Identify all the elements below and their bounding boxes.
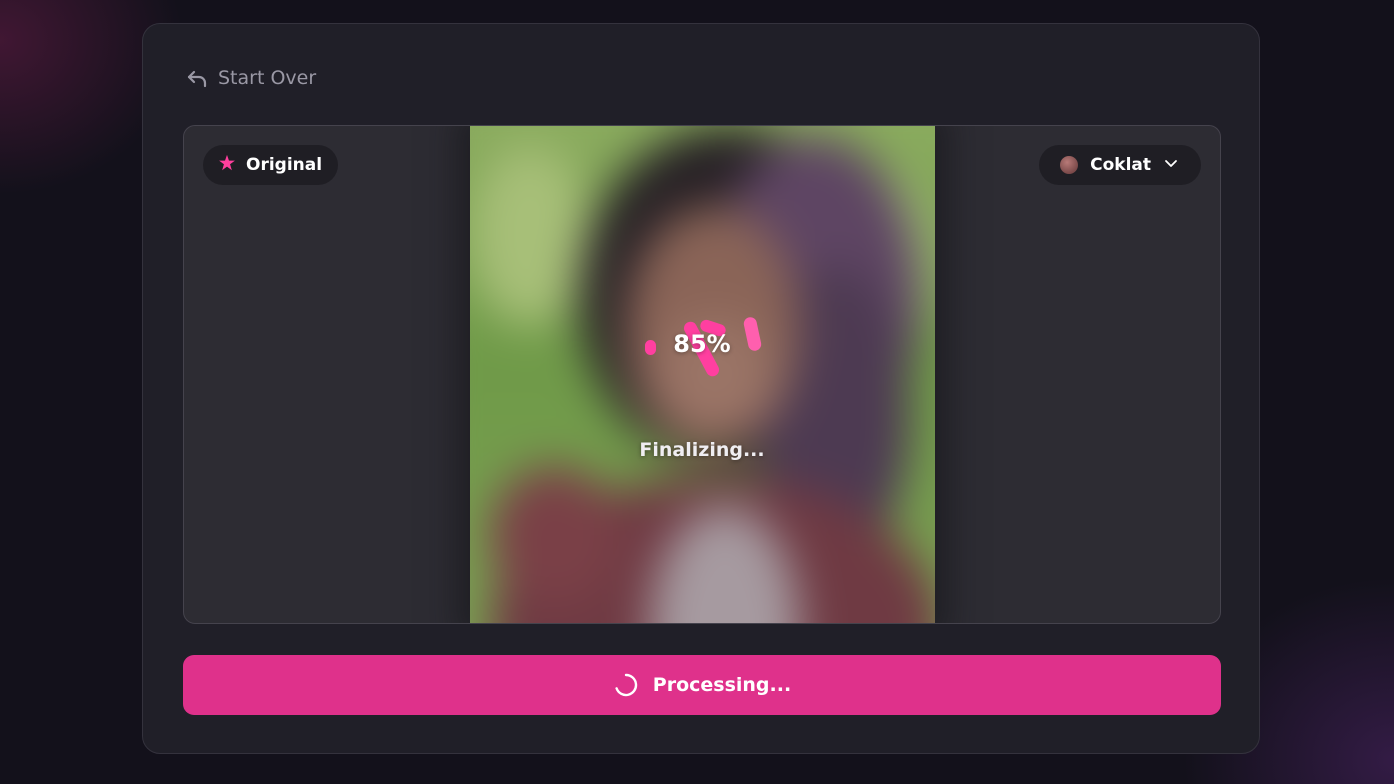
image-preview: Original Coklat 85% Finalizing...	[183, 125, 1221, 624]
progress-percent: 85%	[673, 330, 731, 358]
processing-button[interactable]: Processing...	[183, 655, 1221, 715]
progress-overlay: 85% Finalizing...	[184, 126, 1220, 623]
start-over-label: Start Over	[218, 67, 317, 89]
progress-status: Finalizing...	[639, 439, 765, 461]
undo-arrow-icon	[185, 66, 209, 90]
spinner-icon	[613, 672, 639, 698]
processing-label: Processing...	[652, 674, 792, 696]
editor-card: Start Over Original Coklat 85% Finalizin…	[142, 23, 1260, 754]
start-over-button[interactable]: Start Over	[185, 66, 316, 90]
